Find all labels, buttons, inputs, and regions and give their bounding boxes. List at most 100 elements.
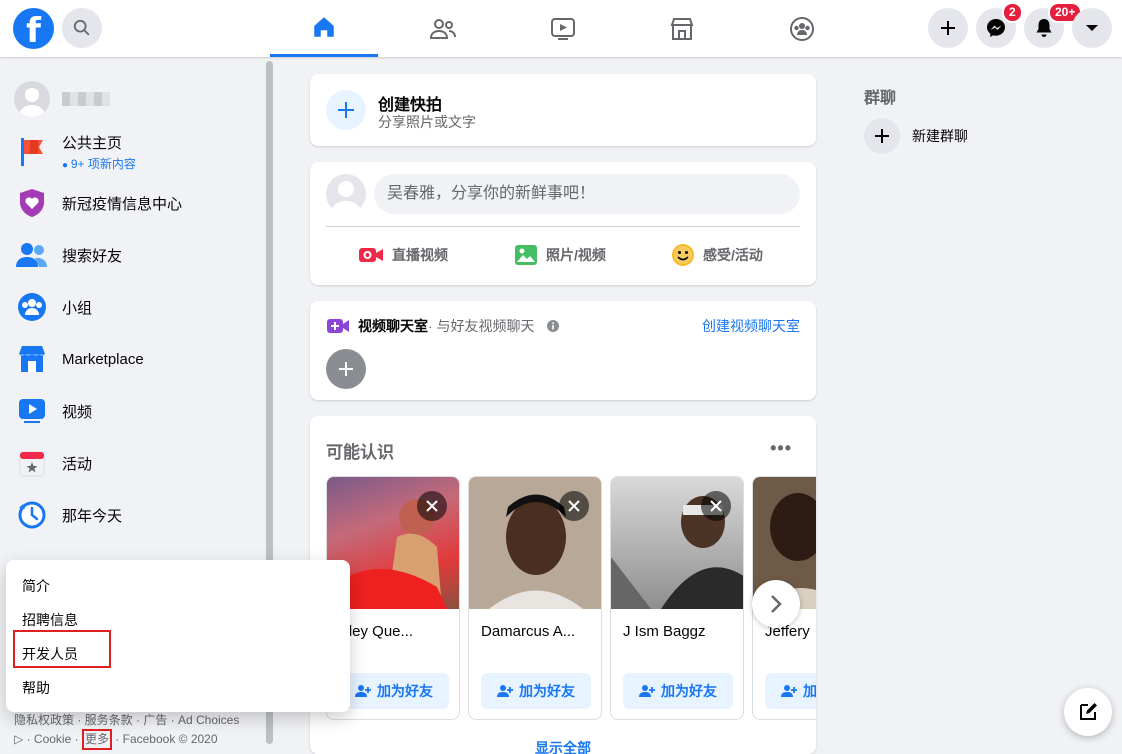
new-group-chat-button[interactable]: 新建群聊 xyxy=(864,118,968,154)
close-icon xyxy=(426,500,438,512)
groups-icon xyxy=(18,293,46,321)
see-all-link[interactable]: 显示全部 xyxy=(310,738,816,754)
rooms-header: 视频聊天室 · 与好友视频聊天 xyxy=(326,316,559,336)
live-video-button[interactable]: 直播视频 xyxy=(358,240,448,270)
post-composer-card: 吴春雅，分享你的新鲜事吧！ 直播视频 照片/视频 感受/活动 xyxy=(310,162,816,285)
account-menu-button[interactable] xyxy=(1072,8,1112,48)
avatar[interactable] xyxy=(326,174,366,214)
flag-icon xyxy=(21,138,43,166)
shield-heart-icon xyxy=(20,189,44,217)
more-menu-popup: 简介 招聘信息 开发人员 帮助 xyxy=(6,560,350,712)
plus-icon xyxy=(339,362,353,376)
pymk-person-card[interactable]: Damarcus A... 加为好友 xyxy=(468,476,602,720)
people-you-may-know-card: 可能认识 ••• Marley Que... 加为好友 Damarcus A..… xyxy=(310,416,816,754)
rooms-title: 视频聊天室 xyxy=(358,318,428,334)
tab-watch[interactable] xyxy=(509,0,617,57)
dismiss-button[interactable] xyxy=(701,491,731,521)
footer-copyright: · Facebook © 2020 xyxy=(115,732,218,746)
new-message-button[interactable] xyxy=(1064,688,1112,736)
profile-name-blurred xyxy=(62,92,110,106)
top-bar: f 2 20+ xyxy=(0,0,1122,57)
photo-video-button[interactable]: 照片/视频 xyxy=(514,240,606,270)
create-button[interactable] xyxy=(928,8,968,48)
dismiss-button[interactable] xyxy=(559,491,589,521)
add-friend-icon xyxy=(355,685,371,697)
tab-friends[interactable] xyxy=(389,0,497,57)
footer-cookie[interactable]: · Cookie · xyxy=(27,732,79,746)
create-story-card[interactable]: 创建快拍 分享照片或文字 xyxy=(310,74,816,146)
sidebar-item-events[interactable]: 活动 xyxy=(14,441,259,485)
info-icon[interactable] xyxy=(546,320,559,332)
tab-home[interactable] xyxy=(270,0,378,57)
footer-links: 隐私权政策 · 服务条款 · 广告 · Ad Choices ▷ · Cooki… xyxy=(14,712,264,750)
story-subtitle: 分享照片或文字 xyxy=(378,114,476,130)
menu-item-careers[interactable]: 招聘信息 xyxy=(22,610,78,630)
sidebar-item-label: 那年今天 xyxy=(62,507,123,525)
plus-icon xyxy=(875,129,889,143)
search-button[interactable] xyxy=(62,8,102,48)
bell-icon xyxy=(1036,19,1052,37)
sidebar-item-label: 小组 xyxy=(62,299,93,317)
live-video-icon xyxy=(359,248,383,262)
person-photo[interactable] xyxy=(611,477,743,609)
messenger-button[interactable]: 2 xyxy=(976,2,1023,48)
menu-item-about[interactable]: 简介 xyxy=(22,576,50,596)
messenger-icon xyxy=(987,19,1005,37)
divider xyxy=(326,226,800,227)
footer-more-link[interactable]: 更多 xyxy=(81,729,112,750)
edit-icon xyxy=(1080,703,1097,720)
home-icon xyxy=(314,17,334,37)
pymk-person-card[interactable]: J Ism Baggz 加为好友 xyxy=(610,476,744,720)
footer-line[interactable]: 隐私权政策 · 服务条款 · 广告 · Ad Choices xyxy=(14,712,264,729)
add-friend-icon xyxy=(781,685,797,697)
sidebar-item-groups[interactable]: 小组 xyxy=(14,285,259,329)
watch-icon xyxy=(551,17,575,40)
clock-history-icon xyxy=(18,501,46,529)
dismiss-button[interactable] xyxy=(417,491,447,521)
photo-icon xyxy=(515,245,537,265)
search-icon xyxy=(73,19,90,36)
tab-groups[interactable] xyxy=(748,0,856,57)
facebook-logo[interactable]: f xyxy=(13,8,54,49)
create-story-button[interactable] xyxy=(326,90,366,130)
sidebar-item-marketplace[interactable]: Marketplace xyxy=(14,337,259,381)
sidebar-item-watch[interactable]: 视频 xyxy=(14,389,259,433)
friends-icon xyxy=(16,243,47,267)
developers-highlight-box xyxy=(13,630,111,668)
friends-icon xyxy=(429,18,456,39)
add-friend-button[interactable]: 加为好友 xyxy=(623,673,733,709)
person-photo[interactable] xyxy=(469,477,601,609)
messenger-badge: 2 xyxy=(1002,2,1023,23)
sidebar-item-covid-center[interactable]: 新冠疫情信息中心 xyxy=(14,181,259,225)
composer-input[interactable]: 吴春雅，分享你的新鲜事吧！ xyxy=(374,174,800,214)
carousel-next-button[interactable] xyxy=(752,580,800,628)
create-room-button[interactable] xyxy=(326,349,366,389)
sidebar-item-memories[interactable]: 那年今天 xyxy=(14,493,259,537)
sidebar-item-find-friends[interactable]: 搜索好友 xyxy=(14,233,259,277)
video-room-icon xyxy=(327,319,349,333)
add-friend-icon xyxy=(639,685,655,697)
more-options-icon[interactable]: ••• xyxy=(770,438,792,459)
caret-down-icon xyxy=(1086,25,1098,31)
sidebar-item-pages[interactable]: 公共主页 ● 9+ 项新内容 xyxy=(14,130,259,174)
close-icon xyxy=(710,500,722,512)
add-friend-button[interactable]: 加为好友 xyxy=(481,673,591,709)
adchoices-icon: ▷ xyxy=(14,732,24,746)
tab-marketplace[interactable] xyxy=(628,0,736,57)
add-friend-button[interactable]: 加为好友 xyxy=(765,673,816,709)
marketplace-icon xyxy=(670,17,694,40)
person-name[interactable]: Damarcus A... xyxy=(481,623,575,640)
feeling-activity-button[interactable]: 感受/活动 xyxy=(671,240,763,270)
create-room-link[interactable]: 创建视频聊天室 xyxy=(702,316,800,336)
sidebar-item-label: 新冠疫情信息中心 xyxy=(62,195,183,213)
add-friend-button[interactable]: 加为好友 xyxy=(339,673,449,709)
close-icon xyxy=(568,500,580,512)
sidebar-profile[interactable] xyxy=(14,77,259,121)
person-name[interactable]: J Ism Baggz xyxy=(623,623,706,640)
notifications-button[interactable]: 20+ xyxy=(1024,2,1083,48)
avatar xyxy=(14,81,50,117)
sidebar-item-subtext: ● 9+ 项新内容 xyxy=(62,157,136,171)
sidebar-item-label: 视频 xyxy=(62,403,93,421)
shop-icon xyxy=(19,346,45,372)
menu-item-help[interactable]: 帮助 xyxy=(22,678,50,698)
